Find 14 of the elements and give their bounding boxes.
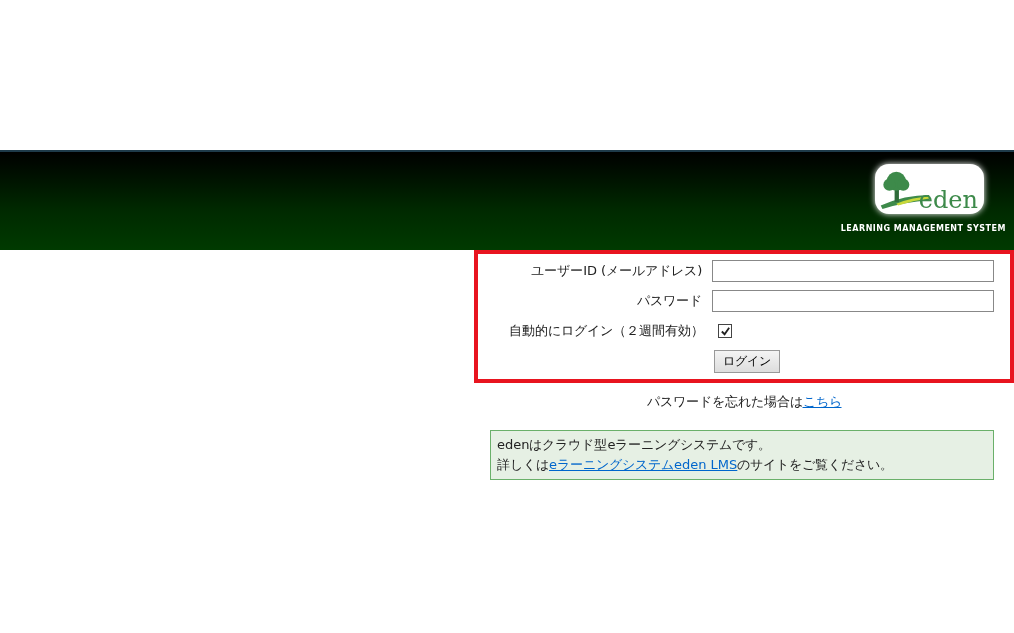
password-field[interactable] xyxy=(712,290,994,312)
user-id-field[interactable] xyxy=(712,260,994,282)
lms-site-link[interactable]: eラーニングシステムeden LMS xyxy=(549,457,738,472)
forgot-password-text: パスワードを忘れた場合はこちら xyxy=(645,393,843,411)
field-label: パスワード xyxy=(636,292,703,310)
info-text: edenはクラウド型eラーニングシステムです。 xyxy=(497,436,773,454)
logo-tagline: LEARNING MANAGEMENT SYSTEM xyxy=(840,224,1006,233)
here-link[interactable]: こちら xyxy=(802,394,842,409)
info-text: 詳しくはeラーニングシステムeden LMSのサイトをご覧ください。 xyxy=(497,456,895,474)
login-button[interactable]: ログイン xyxy=(714,350,780,373)
logo-wordmark: eden xyxy=(918,188,978,212)
auto-login-checkbox[interactable] xyxy=(718,324,732,338)
checkbox-label: 自動的にログイン（２週間有効） xyxy=(508,322,704,340)
field-label: ユーザーID (メールアドレス) xyxy=(530,262,703,280)
